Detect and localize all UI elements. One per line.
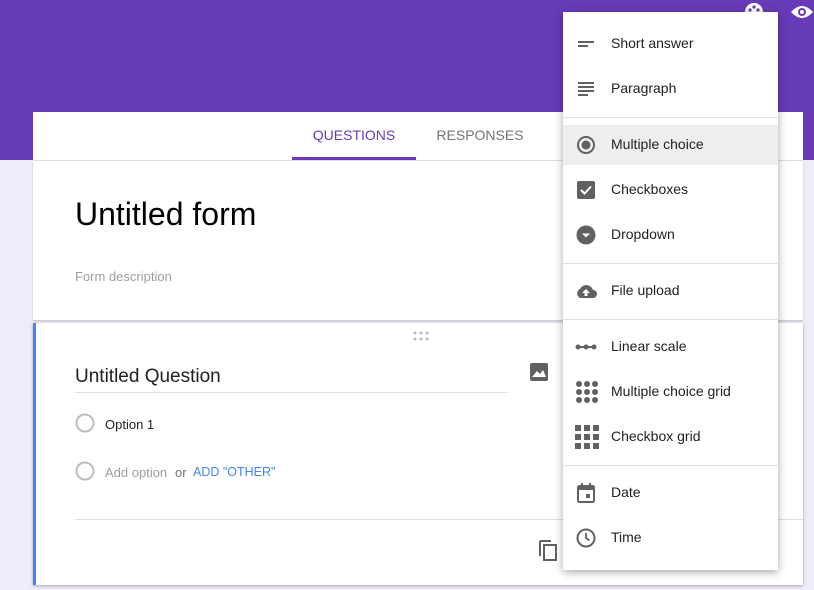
menu-divider bbox=[563, 117, 778, 118]
duplicate-icon[interactable] bbox=[538, 539, 558, 561]
dropdown-icon bbox=[576, 225, 596, 245]
menu-item-linear-scale[interactable]: Linear scale bbox=[563, 327, 778, 367]
option-label[interactable]: Option 1 bbox=[105, 417, 154, 432]
menu-item-label: Short answer bbox=[611, 35, 694, 51]
form-title[interactable]: Untitled form bbox=[75, 196, 256, 233]
paragraph-icon bbox=[578, 82, 594, 96]
drag-handle-icon[interactable] bbox=[413, 331, 429, 341]
add-option-input[interactable]: Add option bbox=[105, 465, 167, 480]
question-title-input[interactable]: Untitled Question bbox=[75, 366, 507, 393]
form-description-input[interactable]: Form description bbox=[75, 269, 172, 284]
menu-item-date[interactable]: Date bbox=[563, 473, 778, 513]
menu-item-file-upload[interactable]: File upload bbox=[563, 271, 778, 311]
linear-scale-icon bbox=[575, 344, 597, 350]
question-type-menu: Short answer Paragraph Multiple choice C… bbox=[563, 12, 778, 570]
menu-item-label: Multiple choice bbox=[611, 136, 704, 152]
radio-grid-icon bbox=[576, 381, 598, 403]
tab-questions[interactable]: QUESTIONS bbox=[292, 112, 416, 160]
menu-item-checkbox-grid[interactable]: Checkbox grid bbox=[563, 417, 778, 457]
clock-icon bbox=[576, 528, 596, 548]
cloud-upload-icon bbox=[577, 285, 597, 298]
menu-item-multiple-choice[interactable]: Multiple choice bbox=[563, 125, 778, 165]
menu-item-label: Time bbox=[611, 529, 642, 545]
menu-item-dropdown[interactable]: Dropdown bbox=[563, 215, 778, 255]
menu-item-label: Multiple choice grid bbox=[611, 383, 731, 399]
menu-item-label: Linear scale bbox=[611, 338, 687, 354]
menu-item-time[interactable]: Time bbox=[563, 518, 778, 558]
menu-divider bbox=[563, 319, 778, 320]
menu-item-label: Dropdown bbox=[611, 226, 675, 242]
menu-divider bbox=[563, 465, 778, 466]
radio-option-icon bbox=[75, 413, 95, 433]
checkbox-grid-icon bbox=[575, 425, 599, 449]
menu-item-checkboxes[interactable]: Checkboxes bbox=[563, 170, 778, 210]
menu-item-label: Paragraph bbox=[611, 80, 677, 96]
add-other-button[interactable]: ADD "OTHER" bbox=[193, 465, 276, 479]
menu-item-label: Date bbox=[611, 484, 641, 500]
radio-icon bbox=[577, 136, 595, 154]
menu-divider bbox=[563, 263, 778, 264]
image-icon[interactable] bbox=[530, 363, 548, 381]
short-answer-icon bbox=[578, 41, 594, 47]
menu-item-label: File upload bbox=[611, 282, 680, 298]
menu-item-label: Checkboxes bbox=[611, 181, 689, 197]
calendar-icon bbox=[577, 483, 595, 503]
menu-item-short-answer[interactable]: Short answer bbox=[563, 24, 778, 64]
radio-add-icon bbox=[75, 461, 95, 481]
menu-item-label: Checkbox grid bbox=[611, 428, 701, 444]
tab-responses[interactable]: RESPONSES bbox=[425, 112, 535, 158]
menu-item-multiple-choice-grid[interactable]: Multiple choice grid bbox=[563, 372, 778, 412]
preview-eye-icon[interactable] bbox=[790, 2, 814, 22]
or-text: or bbox=[175, 465, 187, 480]
checkbox-icon bbox=[577, 181, 595, 199]
menu-item-paragraph[interactable]: Paragraph bbox=[563, 69, 778, 109]
